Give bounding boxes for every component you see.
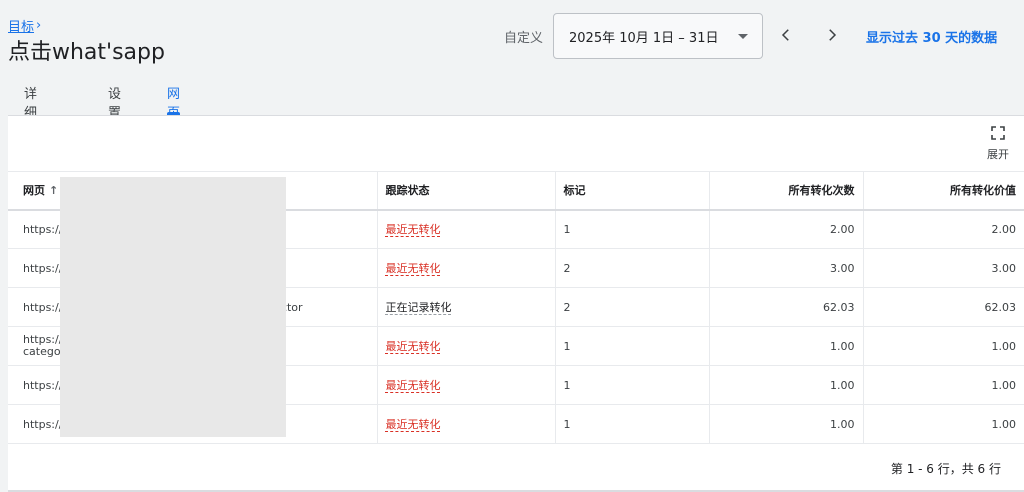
column-header-all-conversions[interactable]: 所有转化次数 [708,171,863,211]
cell-conversions: 1.00 [708,326,863,366]
cell-conversions: 3.00 [708,248,863,288]
cell-tag: 2 [554,248,709,288]
previous-period-button[interactable] [774,22,798,48]
date-range-select[interactable]: 2025年 10月 1日 – 31日 [553,13,763,59]
status-text[interactable]: 最近无转化 [386,340,441,353]
cell-conv-value: 3.00 [862,248,1024,288]
chevron-right-icon: › [36,18,42,33]
cell-conv-value: 62.03 [862,287,1024,327]
column-header-tracking-status[interactable]: 跟踪状态 [376,171,555,211]
breadcrumb-link-goals[interactable]: 目标 [8,16,34,35]
cell-conv-value: 1.00 [862,365,1024,405]
expand-button[interactable]: 展开 [987,126,1009,162]
caret-down-icon [738,34,748,39]
date-range-value: 2025年 10月 1日 – 31日 [569,30,719,46]
date-range-label: 自定义 [504,31,544,46]
breadcrumb[interactable]: 目标 › [8,16,41,35]
cell-tag: 2 [554,287,709,327]
chevron-right-icon [829,29,837,41]
status-text[interactable]: 最近无转化 [386,262,441,275]
expand-label: 展开 [987,148,1009,161]
cell-tag: 1 [554,326,709,366]
page-header: 目标 › 点击what'sapp 自定义 2025年 10月 1日 – 31日 … [0,0,1024,159]
cell-conversions: 62.03 [708,287,863,327]
status-text[interactable]: 最近无转化 [386,379,441,392]
status-text[interactable]: 正在记录转化 [386,301,452,314]
tab-webpages[interactable]: 网页 [167,80,181,121]
cell-conversions: 1.00 [708,404,863,444]
cell-tag: 1 [554,365,709,405]
cell-conversions: 2.00 [708,209,863,249]
next-period-button[interactable] [820,22,844,48]
status-text[interactable]: 最近无转化 [386,418,441,431]
cell-conv-value: 1.00 [862,404,1024,444]
pagination-summary: 第 1 - 6 行，共 6 行 [890,462,1001,476]
cell-tag: 1 [554,404,709,444]
tab-details[interactable]: 详细信息 [24,80,37,159]
page-title: 点击what'sapp [8,40,165,65]
sort-up-icon: ↑ [49,184,59,198]
cell-conversions: 1.00 [708,365,863,405]
status-text[interactable]: 最近无转化 [386,223,441,236]
expand-icon [991,126,1005,140]
chevron-left-icon [781,29,789,41]
tab-settings[interactable]: 设置 [108,80,121,121]
webpages-table-card: 展开 网页 ↑ 跟踪状态 标记 所有转化次数 所有转化价值 https:// 最近… [8,115,1024,492]
cell-conv-value: 1.00 [862,326,1024,366]
show-last-30-days-link[interactable]: 显示过去 30 天的数据 [866,27,997,46]
redacted-url-block [60,177,286,437]
cell-tag: 1 [554,209,709,249]
cell-conv-value: 2.00 [862,209,1024,249]
column-header-all-conv-value[interactable]: 所有转化价值 [862,171,1024,211]
column-header-tag[interactable]: 标记 [554,171,709,211]
